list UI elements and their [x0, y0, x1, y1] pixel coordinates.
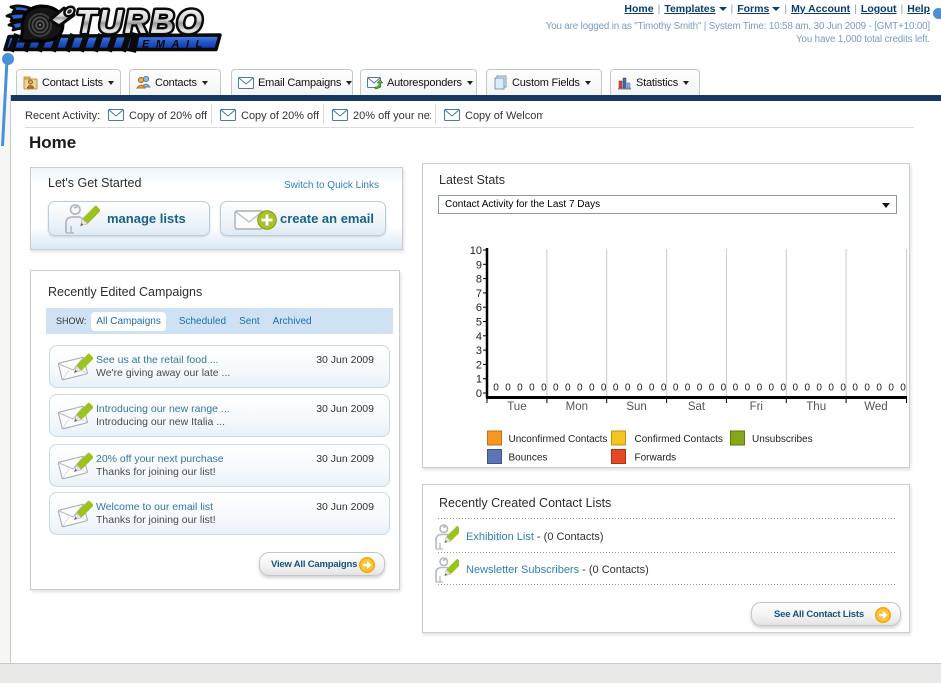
svg-text:0: 0	[553, 383, 559, 394]
svg-text:0: 0	[733, 383, 739, 394]
svg-text:TURBO: TURBO	[76, 3, 204, 40]
svg-text:0: 0	[577, 383, 583, 394]
svg-text:0: 0	[649, 383, 655, 394]
svg-text:Thu: Thu	[806, 401, 826, 413]
svg-text:0: 0	[757, 383, 763, 394]
svg-text:Sun: Sun	[626, 401, 646, 413]
svg-text:0: 0	[864, 383, 870, 394]
svg-text:Tue: Tue	[507, 401, 526, 413]
svg-text:Fri: Fri	[750, 401, 763, 413]
svg-text:Mon: Mon	[566, 401, 588, 413]
svg-text:7: 7	[476, 288, 482, 300]
svg-text:0: 0	[476, 388, 482, 400]
svg-text:10: 10	[470, 245, 482, 257]
svg-text:0: 0	[828, 383, 834, 394]
svg-text:9: 9	[476, 259, 482, 271]
svg-text:Bounces: Bounces	[509, 453, 548, 464]
svg-text:0: 0	[565, 383, 571, 394]
svg-text:Sat: Sat	[688, 401, 706, 413]
svg-text:0: 0	[613, 383, 619, 394]
svg-text:4: 4	[476, 331, 482, 343]
svg-text:0: 0	[505, 383, 511, 394]
svg-text:0: 0	[625, 383, 631, 394]
svg-text:0: 0	[709, 383, 715, 394]
svg-text:Unsubscribes: Unsubscribes	[752, 434, 813, 445]
svg-text:0: 0	[840, 383, 846, 394]
svg-text:Wed: Wed	[864, 401, 887, 413]
svg-text:0: 0	[685, 383, 691, 394]
svg-text:0: 0	[900, 383, 906, 394]
svg-text:0: 0	[529, 383, 535, 394]
svg-text:0: 0	[888, 383, 894, 394]
svg-text:2: 2	[476, 359, 482, 371]
svg-text:0: 0	[781, 383, 787, 394]
svg-text:EMAIL: EMAIL	[142, 39, 209, 51]
svg-text:0: 0	[637, 383, 643, 394]
svg-text:1: 1	[476, 374, 482, 386]
svg-text:Forwards: Forwards	[635, 453, 677, 464]
svg-text:0: 0	[745, 383, 751, 394]
svg-text:0: 0	[673, 383, 679, 394]
svg-text:8: 8	[476, 274, 482, 286]
svg-text:3: 3	[476, 345, 482, 357]
svg-text:0: 0	[793, 383, 799, 394]
svg-text:0: 0	[721, 383, 727, 394]
svg-text:Confirmed Contacts: Confirmed Contacts	[635, 434, 723, 445]
svg-text:5: 5	[476, 317, 482, 329]
svg-text:0: 0	[805, 383, 811, 394]
svg-text:0: 0	[661, 383, 667, 394]
svg-text:0: 0	[816, 383, 822, 394]
svg-text:0: 0	[589, 383, 595, 394]
svg-text:0: 0	[769, 383, 775, 394]
svg-text:0: 0	[852, 383, 858, 394]
svg-text:0: 0	[697, 383, 703, 394]
svg-text:0: 0	[601, 383, 607, 394]
svg-text:0: 0	[517, 383, 523, 394]
svg-text:6: 6	[476, 302, 482, 314]
svg-text:Unconfirmed Contacts: Unconfirmed Contacts	[509, 434, 608, 445]
svg-text:0: 0	[541, 383, 547, 394]
svg-text:0: 0	[876, 383, 882, 394]
svg-text:0: 0	[493, 383, 499, 394]
